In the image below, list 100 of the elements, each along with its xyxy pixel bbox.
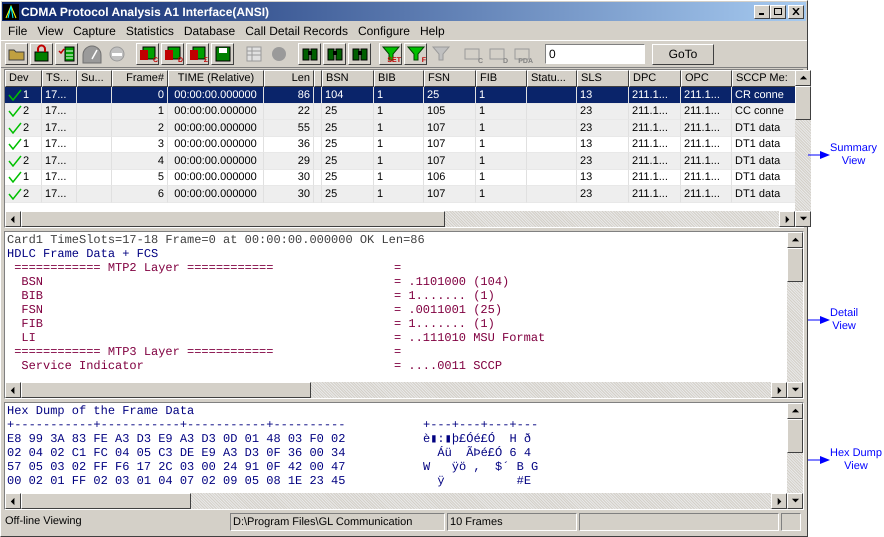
table-cell-text: 2	[23, 154, 30, 168]
scroll-left-button[interactable]	[5, 382, 21, 398]
goto-button[interactable]: GoTo	[652, 44, 714, 64]
menu-item[interactable]: Call Detail Records	[240, 22, 353, 40]
column-header[interactable]: FIB	[476, 70, 527, 87]
menu-item[interactable]: Database	[178, 22, 240, 40]
goto-field[interactable]: 0	[545, 44, 645, 64]
table-cell-text: 1	[479, 137, 486, 152]
table-cell-text: 29	[298, 154, 310, 168]
table-row[interactable]: 1 17... 5 00:00:00.000000 30 25 1 106 1 13 211.1... 211.1... DT1 data	[5, 170, 795, 186]
menu-item[interactable]: File	[3, 22, 32, 40]
vertical-scrollbar[interactable]	[795, 70, 811, 227]
table-cell-text: 3	[158, 137, 164, 152]
column-header[interactable]: SCCP Me:	[732, 70, 797, 87]
detail-label: BSN	[20, 275, 44, 289]
table-cell-text: 4	[158, 154, 164, 168]
table-cell-text: 107	[427, 120, 446, 136]
scroll-left-button[interactable]	[5, 493, 21, 509]
resize-grip[interactable]	[781, 513, 801, 531]
table-cell-text: 106	[427, 170, 446, 185]
hex-dump-title: Hex Dump of the Frame Data	[7, 404, 194, 418]
table-row[interactable]: 2 17... 2 00:00:00.000000 55 25 1 107 1 23 211.1... 211.1... DT1 data	[5, 120, 795, 136]
table-cell-text: 25	[325, 186, 338, 202]
toolbar-button[interactable]	[298, 43, 321, 65]
scroll-right-button[interactable]	[771, 493, 787, 509]
scroll-down-button[interactable]	[795, 211, 811, 227]
column-header[interactable]: TIME (Relative)	[168, 70, 264, 87]
scroll-thumb[interactable]	[787, 248, 803, 282]
scroll-thumb[interactable]	[21, 211, 445, 227]
table-row[interactable]: 2 17... 1 00:00:00.000000 22 25 1 105 1 23 211.1... 211.1... CC conne	[5, 104, 795, 120]
annotation-label: View	[842, 155, 866, 168]
scroll-thumb[interactable]	[795, 86, 811, 120]
column-header[interactable]: FSN	[424, 70, 476, 87]
column-header[interactable]: SLS	[577, 70, 629, 87]
toolbar-button[interactable]	[323, 43, 346, 65]
column-header[interactable]	[314, 70, 322, 87]
menu-item[interactable]: Help	[414, 22, 450, 40]
horizontal-scrollbar[interactable]	[5, 493, 787, 509]
scroll-thumb[interactable]	[787, 419, 803, 453]
toolbar-button[interactable]	[348, 43, 371, 65]
detail-value: =	[394, 261, 402, 275]
table-cell-text: 13	[580, 170, 592, 185]
table-cell-text: 17...	[45, 88, 66, 102]
table-cell-text: 1	[23, 137, 30, 152]
table-cell-text: 211.1...	[684, 137, 720, 152]
column-header[interactable]: OPC	[681, 70, 732, 87]
table-cell-text: 13	[580, 88, 592, 102]
toolbar-button[interactable]	[211, 43, 234, 65]
toolbar-button[interactable]	[30, 43, 53, 65]
menu-item[interactable]: Configure	[352, 22, 415, 40]
lock-icon	[32, 44, 52, 64]
scroll-up-button[interactable]	[787, 403, 803, 419]
table-row[interactable]: 1 17... 3 00:00:00.000000 36 25 1 107 1 13 211.1... 211.1... DT1 data	[5, 136, 795, 153]
table-cell-text: 00:00:00.000000	[174, 104, 257, 119]
table-row[interactable]: 2 17... 6 00:00:00.000000 30 25 1 107 1 23 211.1... 211.1... DT1 data	[5, 186, 795, 202]
status-text: 10 Frames	[450, 516, 503, 528]
close-button[interactable]	[788, 4, 804, 18]
scroll-left-button[interactable]	[5, 211, 21, 227]
column-header[interactable]: BSN	[322, 70, 374, 87]
horizontal-scrollbar[interactable]	[5, 382, 787, 398]
column-header[interactable]: Dev	[5, 70, 42, 87]
column-header[interactable]: DPC	[629, 70, 681, 87]
hex-bytes: +-----------+-----------+-----------+----------	[7, 418, 346, 432]
table-cell-text: 00:00:00.000000	[174, 154, 257, 168]
table-cell-text: 17...	[45, 186, 66, 202]
scroll-up-button[interactable]	[787, 232, 803, 248]
triangle-up-icon	[790, 236, 800, 244]
table-row[interactable]: 1 17... 0 00:00:00.000000 86 104 1 25 1 13 211.1... 211.1... CR conne	[5, 87, 795, 104]
maximize-button[interactable]	[770, 4, 786, 18]
menu-item[interactable]: Capture	[68, 22, 121, 40]
column-header[interactable]: Frame#	[112, 70, 168, 87]
scroll-right-button[interactable]	[771, 382, 787, 398]
table-row[interactable]: 2 17... 4 00:00:00.000000 29 25 1 107 1 23 211.1... 211.1... DT1 data	[5, 153, 795, 170]
detail-value: =	[394, 345, 402, 359]
column-header[interactable]: TS...	[42, 70, 77, 87]
horizontal-scrollbar[interactable]	[5, 211, 795, 227]
triangle-right-icon	[782, 214, 792, 224]
toolbar-button[interactable]	[5, 43, 28, 65]
scroll-thumb[interactable]	[21, 493, 191, 509]
scroll-down-button[interactable]	[787, 382, 803, 398]
column-header[interactable]: BIB	[374, 70, 424, 87]
detail-value: = ....0011 SCCP	[394, 359, 502, 373]
table-cell-text: 17...	[45, 170, 66, 185]
scroll-right-button[interactable]	[779, 211, 795, 227]
section-heading: HDLC Frame Data + FCS	[7, 247, 158, 261]
table-cell-text: CR conne	[735, 88, 784, 102]
scroll-down-button[interactable]	[787, 493, 803, 509]
minimize-button[interactable]	[754, 4, 770, 18]
vertical-scrollbar[interactable]	[787, 232, 803, 398]
vertical-scrollbar[interactable]	[787, 403, 803, 509]
column-header[interactable]: Statu...	[527, 70, 577, 87]
table-cell-text: 1	[23, 88, 30, 102]
menu-item[interactable]: View	[32, 22, 68, 40]
scroll-up-button[interactable]	[795, 70, 811, 86]
table-cell-text: 5	[158, 170, 164, 185]
column-header[interactable]: Su...	[77, 70, 112, 87]
menu-item[interactable]: Statistics	[120, 22, 179, 40]
scroll-thumb[interactable]	[21, 382, 311, 398]
toolbar-button[interactable]	[55, 43, 78, 65]
column-header[interactable]: Len	[264, 70, 314, 87]
